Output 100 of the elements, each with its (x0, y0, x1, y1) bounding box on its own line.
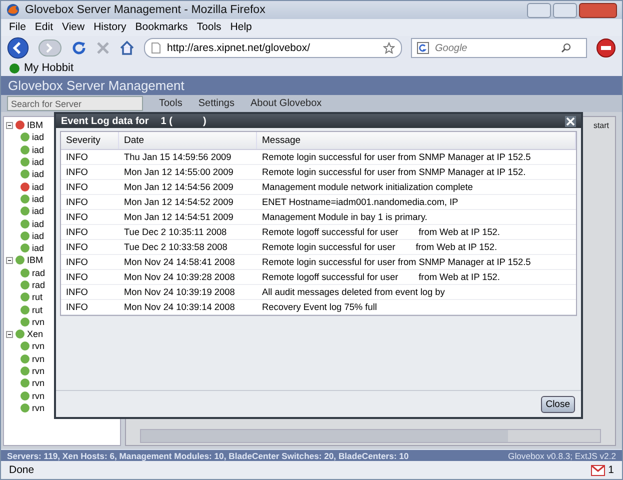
version-text: Glovebox v0.8.3; ExtJS v2.2 (508, 450, 616, 460)
table-cell-text: Mon Jan 12 14:55:00 2009 (123, 167, 234, 177)
bookmark-item[interactable]: My Hobbit (9, 62, 74, 74)
tab-label[interactable]: start (593, 121, 609, 130)
tree-item[interactable]: iad (32, 144, 44, 155)
search-icon[interactable] (561, 43, 571, 53)
tree-item[interactable]: rvn (32, 378, 45, 388)
menu-item[interactable]: Bookmarks (135, 21, 188, 34)
tree-item[interactable]: rut (32, 292, 43, 302)
status-text: Done (9, 464, 34, 476)
tree-item[interactable]: iad (32, 157, 44, 168)
tree-item[interactable]: rvn (32, 390, 45, 401)
table-cell-text: Remote logoff successful for user from Web at IP 152. (261, 227, 501, 237)
mail-count: 1 (608, 464, 614, 476)
tree-item[interactable]: iad (32, 169, 44, 180)
tree-item[interactable]: rut (32, 304, 43, 315)
table-cell-text: Remote login successful for user from Web at IP 152. (261, 242, 498, 252)
tree-item[interactable]: iad (32, 243, 44, 254)
dot-icon (9, 62, 20, 74)
tree-item[interactable]: IBM (27, 255, 44, 266)
back-icon[interactable] (7, 37, 29, 59)
table-cell-text: Mon Nov 24 10:39:28 2008 (123, 272, 236, 282)
menu-item[interactable]: Help (230, 21, 252, 34)
table-cell-text: INFO (65, 167, 89, 177)
menu-item[interactable]: Tools (196, 21, 222, 34)
column-header[interactable]: Date (119, 132, 257, 149)
table-cell-text: Mon Nov 24 10:39:19 2008 (123, 287, 236, 297)
table-cell-text: INFO (65, 182, 89, 192)
table-cell-text: Management module network initialization complete (261, 182, 474, 192)
table-cell-text: INFO (65, 272, 89, 282)
tree-item[interactable]: IBM (27, 120, 44, 130)
table-cell-text: ENET Hostname=iadm001.nandomedia.com, IP (261, 197, 460, 207)
tree-item[interactable]: iad (32, 194, 44, 204)
star-icon[interactable] (383, 42, 395, 54)
address-bar[interactable]: http://ares.xipnet.net/glovebox/ (144, 38, 402, 58)
window-title: Glovebox Server Management - Mozilla Firefox (25, 4, 266, 16)
tree-item[interactable]: iad (32, 230, 44, 241)
dialog-title: Event Log data for (61, 116, 149, 126)
table-cell-text: INFO (65, 197, 89, 207)
table-cell-text: Mon Jan 12 14:54:52 2009 (123, 197, 234, 207)
table-cell-text: All audit messages deleted from event log by (261, 287, 446, 297)
search-field[interactable]: Search for Server (7, 96, 143, 111)
google-icon (417, 42, 429, 54)
table-cell-text: Remote login successful for user from SNMP Manager at IP 152.5 (261, 152, 532, 162)
table-cell-text: Mon Nov 24 10:39:14 2008 (123, 302, 236, 312)
mail-icon[interactable] (591, 464, 606, 476)
table-cell-text: INFO (65, 152, 89, 162)
menu-item[interactable]: History (94, 21, 126, 34)
expander-icon[interactable] (6, 256, 13, 264)
reload-icon[interactable] (71, 40, 87, 56)
close-button[interactable] (579, 2, 617, 18)
home-icon[interactable] (119, 40, 135, 56)
close-icon[interactable] (565, 116, 576, 126)
expander-icon[interactable] (6, 330, 13, 338)
table-cell-text: INFO (65, 257, 89, 267)
dialog-title: 1 ( ) (160, 116, 206, 126)
table-cell-text: Mon Jan 12 14:54:51 2009 (123, 212, 234, 222)
menu-item[interactable]: File (9, 21, 26, 34)
summary-text: Servers: 119, Xen Hosts: 6, Management Modules: 10, BladeCenter Switches: 20, BladeCenters: 10 (7, 450, 409, 460)
tree-item[interactable]: Xen (27, 329, 44, 340)
table-cell-text: INFO (65, 302, 89, 312)
tree-item[interactable]: iad (32, 132, 44, 142)
close-button[interactable]: Close (540, 396, 575, 412)
table-cell-text: Remote logoff successful for user from Web at IP 152. (261, 272, 501, 282)
table-cell-text: Remote login successful for user from SNMP Manager at IP 152.5 (261, 257, 532, 267)
expander-icon[interactable] (6, 122, 13, 129)
menu-item[interactable]: Edit (34, 21, 54, 34)
tree-item[interactable]: iad (32, 206, 44, 216)
tree-item[interactable]: rvn (32, 341, 45, 352)
column-header[interactable]: Message (257, 132, 576, 149)
tree-item[interactable]: rvn (32, 402, 45, 413)
table-cell-text: Mon Jan 12 14:54:56 2009 (123, 182, 234, 192)
table-cell-text: INFO (65, 287, 89, 297)
tree-item[interactable]: iad (32, 182, 44, 192)
tree-item[interactable]: rad (32, 268, 46, 278)
search-box[interactable]: Google (411, 38, 587, 58)
tree-item[interactable]: rvn (32, 366, 45, 376)
toolbar-button[interactable]: About Glovebox (250, 98, 322, 109)
tree-item[interactable]: iad (32, 218, 44, 229)
tree-item[interactable]: rad (32, 280, 46, 290)
app-header: Glovebox Server Management (1, 76, 622, 95)
column-header[interactable]: Severity (61, 132, 119, 149)
table-cell-text: Thu Jan 15 14:59:56 2009 (123, 152, 232, 162)
tree-item[interactable]: rvn (32, 354, 45, 364)
toolbar-button[interactable]: Tools (159, 98, 182, 109)
table-cell-text: Mon Nov 24 14:58:41 2008 (123, 257, 236, 267)
table-cell-text: Recovery Event log 75% full (261, 302, 378, 312)
scrollbar[interactable] (140, 429, 601, 443)
table-cell-text: Tue Dec 2 10:35:11 2008 (123, 227, 228, 237)
toolbar-button[interactable]: Settings (198, 98, 234, 109)
tree-item[interactable]: rvn (32, 316, 45, 327)
table-cell-text: INFO (65, 227, 89, 237)
table-cell-text: INFO (65, 242, 89, 252)
table-cell-text: Remote login successful for user from SNMP Manager at IP 152. (261, 167, 527, 177)
table-cell-text: INFO (65, 212, 89, 222)
page-icon (151, 42, 161, 54)
menu-item[interactable]: View (62, 21, 85, 34)
table-cell-text: Management Module in bay 1 is primary. (261, 212, 428, 222)
table-cell-text: Tue Dec 2 10:33:58 2008 (123, 242, 228, 252)
stop-sign-icon[interactable] (596, 38, 616, 58)
